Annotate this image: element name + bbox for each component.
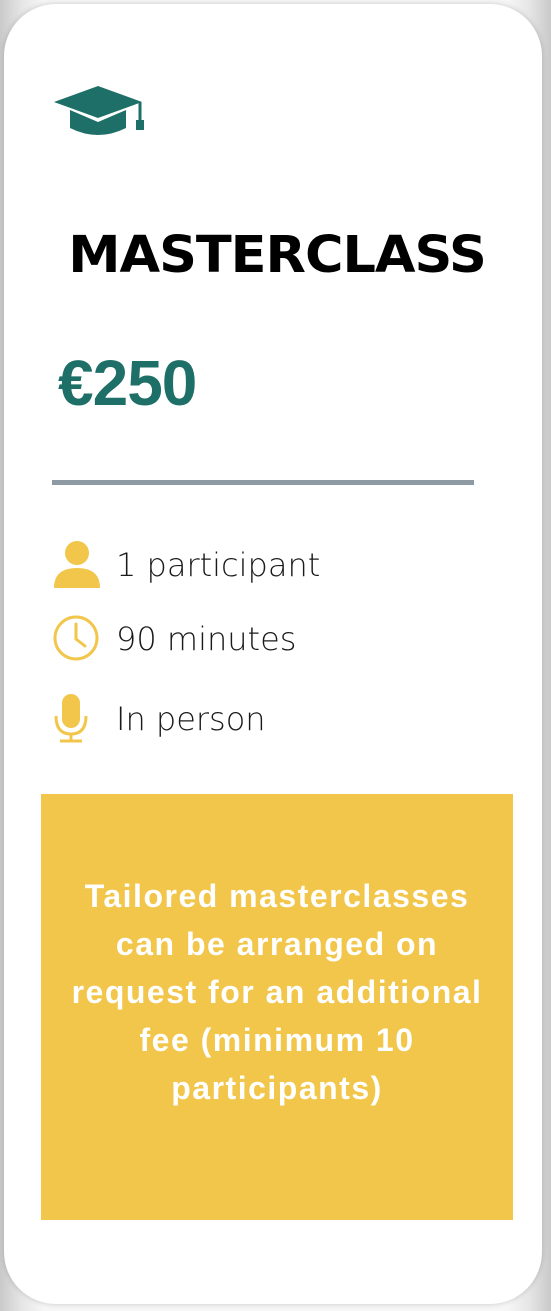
feature-duration: 90 minutes xyxy=(52,614,472,664)
feature-label: 90 minutes xyxy=(116,620,297,658)
microphone-icon xyxy=(54,694,88,743)
clock-icon xyxy=(53,615,99,661)
pricing-card: MASTERCLASS €250 1 participant 90 minute… xyxy=(4,4,542,1304)
plan-title: MASTERCLASS xyxy=(68,226,487,285)
feature-label: In person xyxy=(116,700,266,738)
custom-note-box: Tailored masterclasses can be arranged o… xyxy=(41,794,513,1220)
plan-price: €250 xyxy=(58,347,197,419)
feature-format: In person xyxy=(52,694,472,744)
feature-participants: 1 participant xyxy=(52,540,472,590)
divider xyxy=(52,480,474,485)
page-background: MASTERCLASS €250 1 participant 90 minute… xyxy=(0,0,551,1311)
person-icon xyxy=(54,541,100,588)
feature-label: 1 participant xyxy=(116,546,321,584)
graduation-cap-icon xyxy=(54,86,144,135)
custom-note-text: Tailored masterclasses can be arranged o… xyxy=(71,878,483,1106)
